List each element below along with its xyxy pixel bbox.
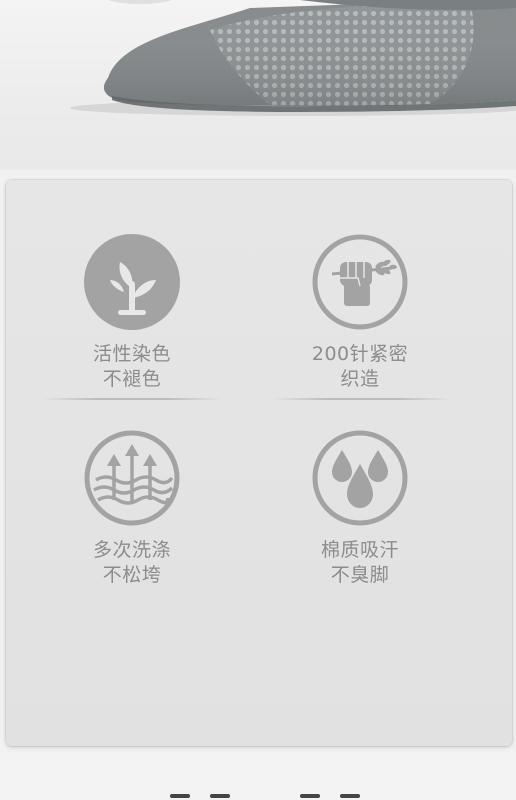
feature-sweat: 棉质吸汗 不臭脚 [260, 428, 460, 588]
stretch-arrows-icon [84, 430, 180, 526]
feature-wash: 多次洗涤 不松垮 [32, 428, 232, 588]
product-photo [0, 0, 516, 170]
divider-left [42, 398, 222, 400]
feature-wash-line2: 不松垮 [102, 564, 162, 586]
feature-dye-line1: 活性染色 [92, 343, 171, 365]
feature-dye: 活性染色 不褪色 [32, 232, 232, 392]
next-section-edge [0, 752, 516, 800]
feature-weave-line2: 织造 [340, 368, 380, 390]
water-drops-icon [312, 430, 408, 526]
feature-dye-line2: 不褪色 [102, 368, 162, 390]
sock-image [70, 0, 516, 116]
fist-icon [312, 234, 408, 330]
feature-card: 活性染色 不褪色 200针紧密 织造 多次洗涤 不松垮 棉质吸汗 不臭脚 [6, 180, 512, 746]
sprout-icon [84, 234, 180, 330]
divider-right [272, 398, 452, 400]
feature-sweat-line1: 棉质吸汗 [320, 539, 399, 561]
feature-wash-line1: 多次洗涤 [92, 539, 171, 561]
feature-sweat-line2: 不臭脚 [330, 564, 390, 586]
feature-weave-line1: 200针紧密 [311, 343, 409, 365]
feature-weave: 200针紧密 织造 [260, 232, 460, 392]
